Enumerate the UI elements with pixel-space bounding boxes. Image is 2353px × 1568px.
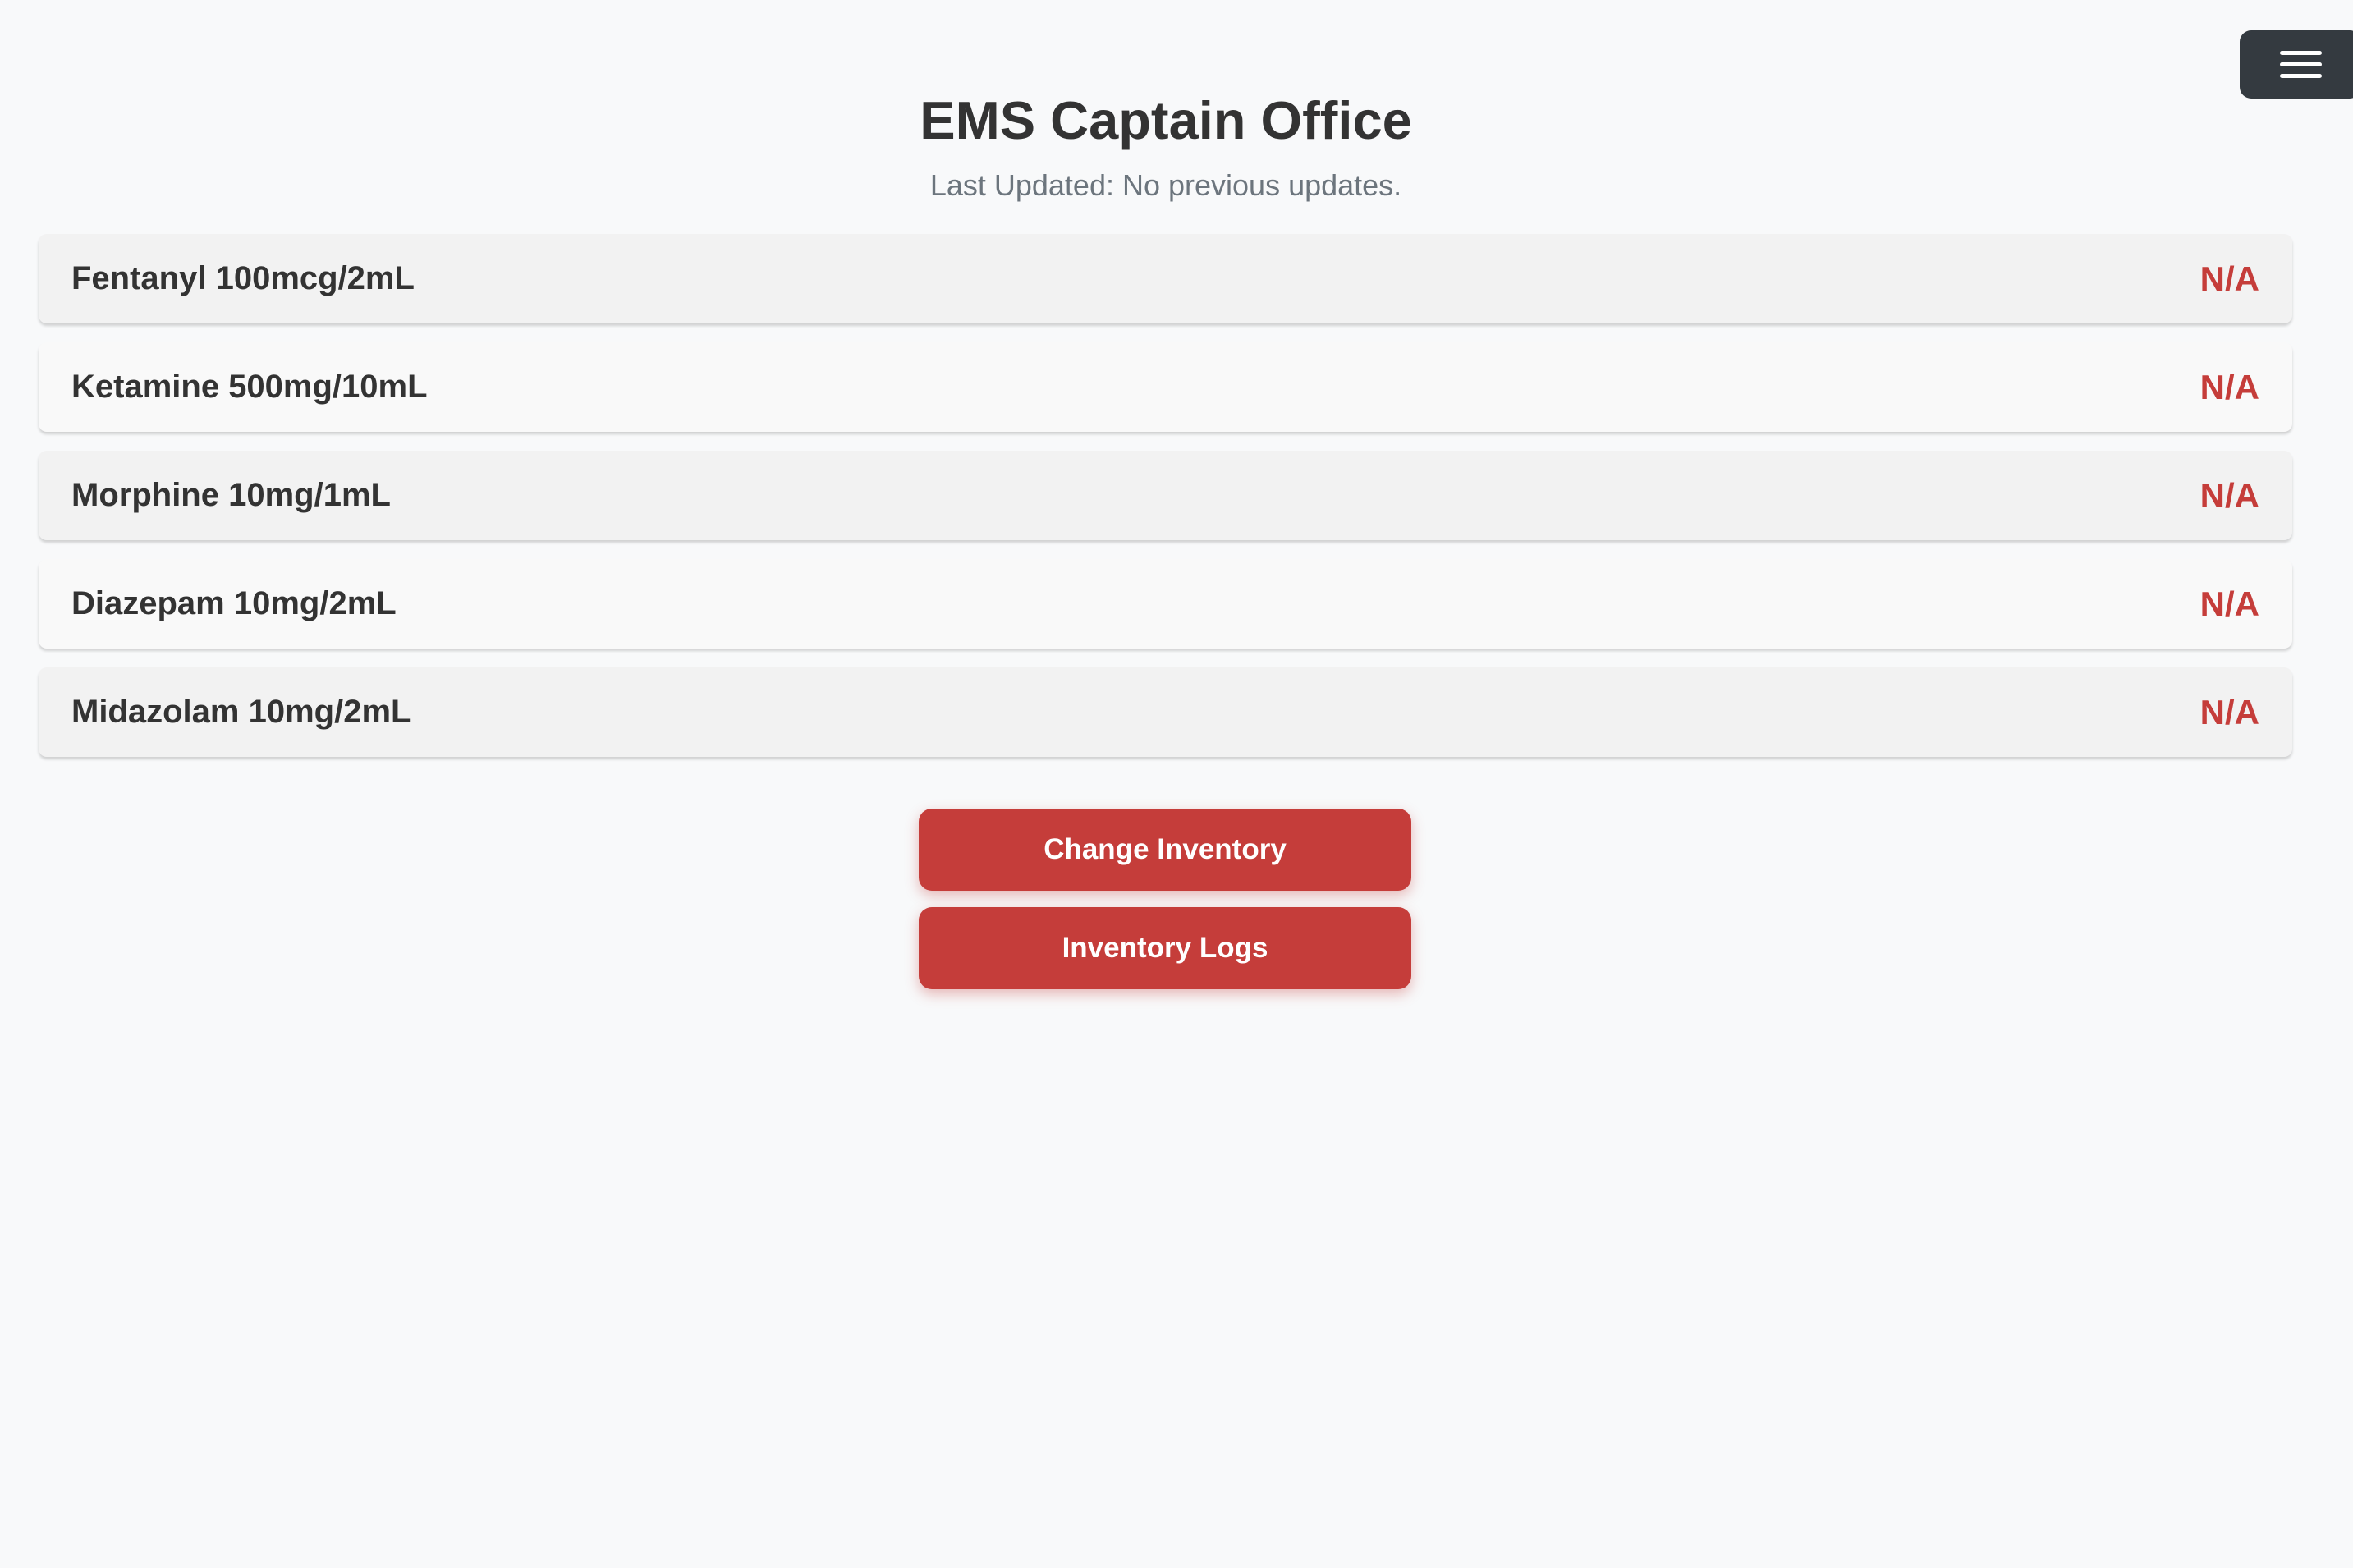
medication-name: Ketamine 500mg/10mL (71, 369, 428, 405)
menu-bar (2279, 51, 2322, 55)
menu-bar (2279, 62, 2322, 66)
change-inventory-button[interactable]: Change Inventory (919, 809, 1411, 891)
medication-row: Diazepam 10mg/2mL N/A (39, 559, 2292, 649)
medication-name: Midazolam 10mg/2mL (71, 694, 411, 730)
medication-name: Diazepam 10mg/2mL (71, 585, 397, 621)
page-title: EMS Captain Office (920, 90, 1412, 150)
last-updated-text: Last Updated: No previous updates. (929, 168, 1402, 202)
medication-count: N/A (2199, 367, 2259, 406)
medication-count: N/A (2199, 692, 2259, 731)
medication-row: Fentanyl 100mcg/2mL N/A (39, 234, 2292, 323)
medication-count: N/A (2199, 259, 2259, 298)
medication-row: Morphine 10mg/1mL N/A (39, 451, 2292, 540)
medication-row: Ketamine 500mg/10mL N/A (39, 342, 2292, 432)
medication-count: N/A (2199, 584, 2259, 623)
action-buttons: Change Inventory Inventory Logs (919, 809, 1411, 1006)
medication-count: N/A (2199, 475, 2259, 515)
medication-list: Fentanyl 100mcg/2mL N/A Ketamine 500mg/1… (39, 234, 2292, 776)
menu-bar (2279, 74, 2322, 78)
inventory-logs-button[interactable]: Inventory Logs (919, 907, 1411, 989)
medication-name: Fentanyl 100mcg/2mL (71, 260, 415, 296)
medication-row: Midazolam 10mg/2mL N/A (39, 667, 2292, 757)
hamburger-menu-icon (2279, 51, 2322, 78)
medication-name: Morphine 10mg/1mL (71, 477, 391, 513)
